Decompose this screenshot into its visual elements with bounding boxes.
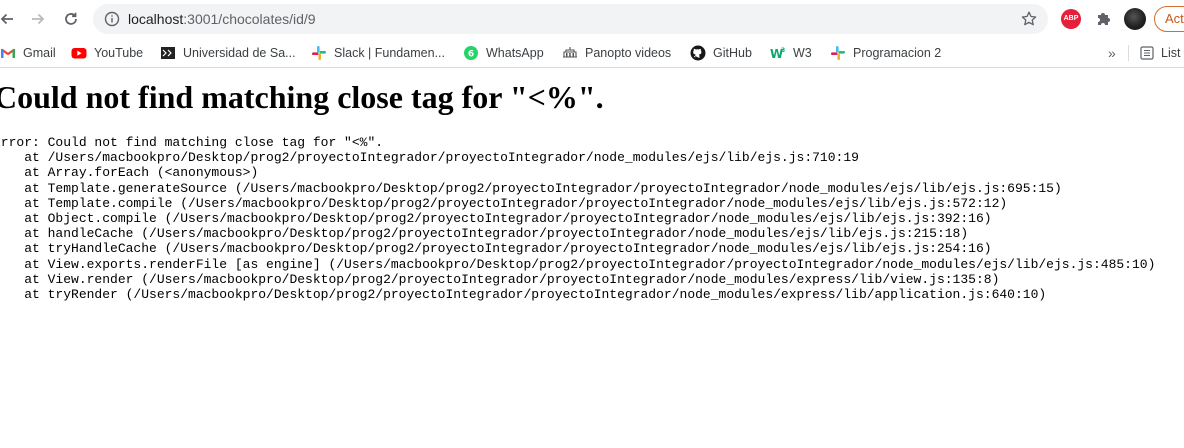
gmail-icon	[0, 45, 16, 61]
adblock-extension-button[interactable]: ABP	[1061, 9, 1081, 29]
forward-arrow-icon	[32, 13, 45, 25]
stack-line: at Object.compile (/Users/macbookpro/Des…	[0, 211, 992, 227]
error-stack-trace: Error: Could not find matching close tag…	[0, 135, 1155, 302]
stack-line: at Template.compile (/Users/macbookpro/D…	[0, 195, 1008, 211]
browser-toolbar: localhost:3001/chocolates/id/9 ABP Actua…	[0, 0, 1184, 38]
url-host: localhost	[128, 11, 184, 27]
back-arrow-icon	[0, 13, 13, 25]
youtube-icon	[71, 45, 87, 61]
bookmark-whatsapp[interactable]: 6 WhatsApp	[463, 38, 544, 68]
reload-icon	[65, 12, 77, 25]
bookmark-label: Gmail	[23, 46, 56, 60]
puzzle-icon[interactable]	[1094, 9, 1114, 29]
reading-list-button[interactable]: List	[1140, 38, 1180, 68]
bookmark-label: Panopto videos	[585, 46, 672, 60]
reading-list-label: List	[1161, 46, 1181, 60]
bookmarks-overflow-button[interactable]: »	[1108, 45, 1116, 61]
address-bar[interactable]: localhost:3001/chocolates/id/9	[93, 4, 1048, 34]
bookmark-label: WhatsApp	[486, 46, 544, 60]
stack-line: at handleCache (/Users/macbookpro/Deskto…	[0, 226, 969, 242]
bookmark-programacion[interactable]: Programacion 2	[830, 38, 941, 68]
university-icon	[160, 45, 176, 61]
url-path: :3001/chocolates/id/9	[183, 11, 316, 27]
bookmark-label: W3	[793, 46, 812, 60]
bookmark-universidad[interactable]: Universidad de Sa...	[160, 38, 296, 68]
page-content: Could not find matching close tag for "<…	[0, 69, 1184, 448]
star-icon[interactable]	[1020, 10, 1038, 28]
w3-icon: W3	[770, 45, 786, 61]
slack-icon	[830, 45, 846, 61]
bookmarks-bar: Gmail YouTube Universidad de Sa... Slack…	[0, 38, 1184, 68]
stack-line: at tryRender (/Users/macbookpro/Desktop/…	[0, 287, 1047, 303]
bookmark-youtube[interactable]: YouTube	[71, 38, 143, 68]
bookmark-gmail[interactable]: Gmail	[0, 38, 56, 68]
forward-button[interactable]	[25, 6, 51, 32]
stack-line: Error: Could not find matching close tag…	[0, 135, 384, 150]
stack-line: at /Users/macbookpro/Desktop/prog2/proye…	[0, 150, 859, 166]
url-text[interactable]: localhost:3001/chocolates/id/9	[128, 4, 316, 34]
whatsapp-icon: 6	[463, 45, 479, 61]
bookmark-github[interactable]: GitHub	[690, 38, 752, 68]
bookmark-label: YouTube	[94, 46, 144, 60]
bookmark-label: Slack | Fundamen...	[334, 46, 445, 60]
page-title: Could not find matching close tag for "<…	[0, 79, 604, 115]
stack-line: at Array.forEach (<anonymous>)	[0, 165, 259, 181]
bookmark-w3[interactable]: W3 W3	[770, 38, 812, 68]
info-icon[interactable]	[104, 11, 120, 27]
update-button[interactable]: Actualizar	[1154, 6, 1184, 32]
github-icon	[690, 45, 706, 61]
bookmark-label: Programacion 2	[853, 46, 942, 60]
list-icon	[1140, 46, 1154, 60]
svg-text:6: 6	[468, 49, 474, 59]
bookmark-label: Universidad de Sa...	[183, 46, 296, 60]
stack-line: at Template.generateSource (/Users/macbo…	[0, 180, 1062, 196]
back-button[interactable]	[0, 6, 20, 32]
bookmark-panopto[interactable]: Panopto videos	[562, 38, 671, 68]
divider	[1128, 45, 1129, 61]
stack-line: at View.exports.renderFile [as engine] (…	[0, 256, 1156, 272]
stack-line: at View.render (/Users/macbookpro/Deskto…	[0, 271, 1000, 287]
bookmark-slack[interactable]: Slack | Fundamen...	[311, 38, 445, 68]
reload-button[interactable]	[58, 6, 84, 32]
panopto-icon	[562, 45, 578, 61]
bookmark-label: GitHub	[713, 46, 752, 60]
stack-line: at tryHandleCache (/Users/macbookpro/Des…	[0, 241, 992, 257]
slack-icon	[311, 45, 327, 61]
avatar[interactable]	[1124, 8, 1146, 30]
svg-text:3: 3	[781, 47, 785, 54]
